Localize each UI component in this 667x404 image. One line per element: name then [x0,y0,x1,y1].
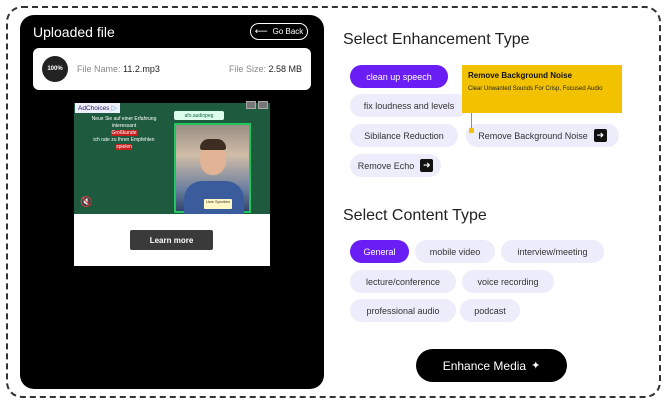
ad-controls[interactable] [246,101,268,109]
content-section-title: Select Content Type [343,207,487,224]
arrow-right-icon: ➜ [593,129,607,142]
content-podcast[interactable]: podcast [460,299,520,322]
option-label: mobile video [429,246,481,257]
content-mobile-video[interactable]: mobile video [415,240,495,263]
option-fix-loudness[interactable]: fix loudness and levels [350,94,468,117]
option-label: podcast [474,305,506,316]
ad-close-icon[interactable] [258,101,268,109]
ad-info-icon[interactable] [246,101,256,109]
ad-text-line: spielen [116,144,132,151]
option-clean-up-speech[interactable]: clean up speech [350,65,448,88]
ad-text-line: interessant [111,123,137,130]
person-shirt [184,181,244,214]
ad-person-tag: Uwe Sprotten [204,199,232,209]
file-size-label: File Size: [228,64,266,74]
file-info-card: 100% File Name: 11.2.mp3 File Size: 2.58… [33,48,311,90]
file-name-value: 11.2.mp3 [123,64,160,74]
option-label: fix loudness and levels [363,100,455,111]
option-label: General [363,246,396,257]
sparkle-icon: ✦ [531,360,541,372]
option-label: clean up speech [366,71,432,82]
option-sibilance-reduction[interactable]: Sibilance Reduction [350,124,458,147]
content-professional-audio[interactable]: professional audio [350,299,456,322]
ad-text-line: Neue Sie auf einer Erfahrung [91,116,157,122]
file-size: File Size: 2.58 MB [229,64,302,74]
enhancement-section-title: Select Enhancement Type [343,31,530,48]
adchoices-icon: ▷ [111,105,117,112]
content-interview-meeting[interactable]: interview/meeting [501,240,604,263]
enhance-media-button[interactable]: Enhance Media ✦ [416,349,567,382]
mute-icon[interactable]: 🔇 [80,197,92,208]
go-back-button[interactable]: ⟵ Go Back [250,23,308,40]
learn-more-button[interactable]: Learn more [130,230,213,250]
option-label: lecture/conference [365,276,441,287]
tooltip-description: Clear Unwanted Sounds For Crisp, Focused… [468,86,603,92]
upload-progress-badge: 100% [42,56,68,82]
arrow-left-icon: ⟵ [254,26,268,36]
content-lecture-conference[interactable]: lecture/conference [350,270,456,293]
ad-logo-tag: afo.audiopeg [174,111,224,120]
person-hair [200,139,226,150]
ad-text: Neue Sie auf einer Erfahrung interessant… [78,116,170,151]
option-label: Remove Echo [357,160,415,171]
panel-title: Uploaded file [33,24,115,40]
ad-text-line: Großkunde [111,130,137,137]
tooltip-title: Remove Background Noise [468,71,573,80]
go-back-label: Go Back [272,27,304,36]
option-label: voice recording [477,276,539,287]
ad-text-line: ich rate zu Ihren Empfehlen [93,137,155,144]
file-name-label: File Name: [77,64,121,74]
option-label: Sibilance Reduction [364,130,444,141]
option-remove-background-noise[interactable]: Remove Background Noise ➜ [466,124,619,147]
uploaded-file-panel: Uploaded file ⟵ Go Back 100% File Name: … [20,15,324,389]
enhance-media-label: Enhance Media [442,358,527,373]
option-label: Remove Background Noise [478,130,588,141]
tooltip-dot [469,128,474,133]
arrow-right-icon: ➜ [420,159,434,172]
adchoices-label: AdChoices [78,104,110,112]
option-label: interview/meeting [517,246,588,257]
ad-video[interactable]: AdChoices ▷ afo.audiopeg Neue Sie auf ei… [74,103,270,214]
option-label: professional audio [366,305,440,316]
content-voice-recording[interactable]: voice recording [462,270,554,293]
file-name: File Name: 11.2.mp3 [77,64,160,74]
content-general[interactable]: General [350,240,409,263]
advertisement[interactable]: AdChoices ▷ afo.audiopeg Neue Sie auf ei… [74,101,270,266]
option-remove-echo[interactable]: Remove Echo ➜ [350,154,441,177]
file-size-value: 2.58 MB [268,64,302,74]
adchoices-badge[interactable]: AdChoices ▷ [75,103,120,113]
tooltip: Remove Background Noise Clear Unwanted S… [462,65,622,113]
